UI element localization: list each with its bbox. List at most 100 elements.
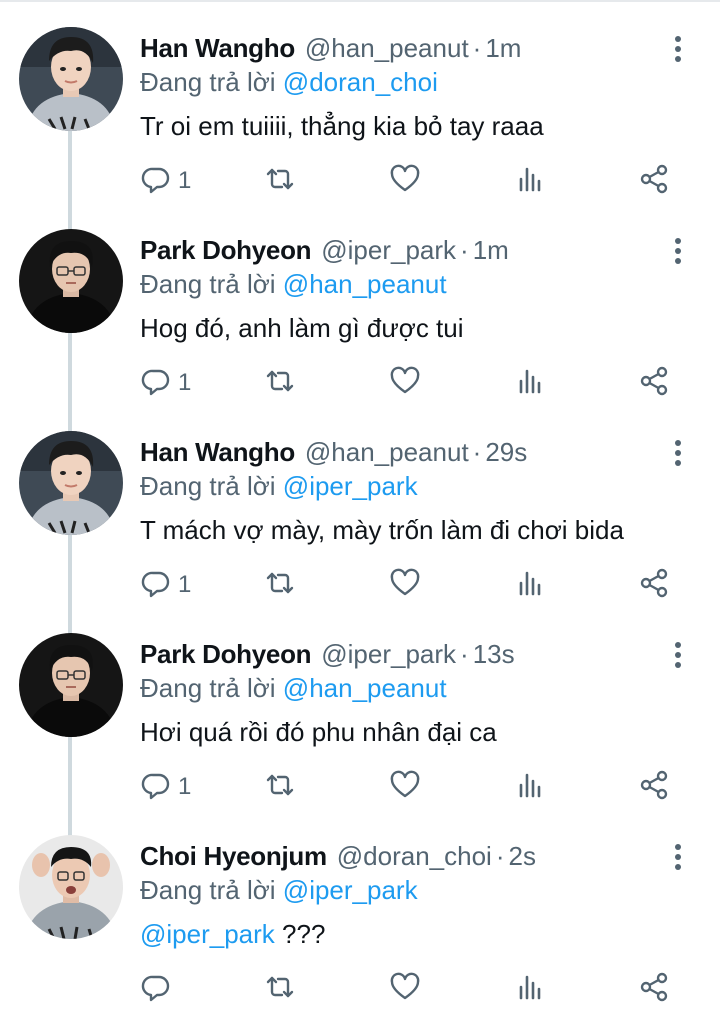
- analytics-button[interactable]: [514, 365, 546, 401]
- retweet-icon: [264, 163, 296, 200]
- timestamp[interactable]: 1m: [485, 33, 521, 63]
- replying-to-mention[interactable]: @iper_park: [283, 471, 418, 501]
- like-button[interactable]: [389, 971, 421, 1007]
- tweet-text: @iper_park ???: [140, 918, 325, 950]
- text-mention[interactable]: @iper_park: [140, 919, 275, 949]
- like-icon: [389, 365, 421, 402]
- reply-count: 1: [178, 167, 192, 194]
- share-button[interactable]: [638, 567, 670, 603]
- analytics-button[interactable]: [514, 769, 546, 805]
- tweet[interactable]: Han Wangho @han_peanut · 1m Đang trả lời @d…: [0, 0, 720, 202]
- replying-to-label: Đang trả lời: [140, 471, 276, 501]
- retweet-button[interactable]: [264, 163, 296, 199]
- reply-icon: [140, 971, 172, 1008]
- user-handle[interactable]: @han_peanut: [305, 33, 469, 63]
- display-name[interactable]: Han Wangho: [140, 437, 295, 467]
- reply-button[interactable]: 1: [140, 365, 191, 401]
- avatar[interactable]: [19, 431, 123, 535]
- like-icon: [389, 567, 421, 604]
- reply-icon: [140, 769, 172, 806]
- retweet-button[interactable]: [264, 769, 296, 805]
- tweet[interactable]: Park Dohyeon @iper_park · 13s Đang trả lời …: [0, 606, 720, 808]
- analytics-icon: [514, 971, 546, 1008]
- tweet-text-content: Hơi quá rồi đó phu nhân đại ca: [140, 717, 497, 747]
- share-icon: [638, 971, 670, 1008]
- replying-to-mention[interactable]: @doran_choi: [283, 67, 438, 97]
- display-name[interactable]: Choi Hyeonjum: [140, 841, 327, 871]
- reply-count: 1: [178, 571, 192, 598]
- tweet[interactable]: Park Dohyeon @iper_park · 1m Đang trả lời @…: [0, 202, 720, 404]
- share-button[interactable]: [638, 365, 670, 401]
- analytics-button[interactable]: [514, 567, 546, 603]
- tweet-text: Hơi quá rồi đó phu nhân đại ca: [140, 716, 497, 748]
- action-bar: 1: [140, 769, 700, 805]
- reply-button[interactable]: 1: [140, 163, 191, 199]
- replying-to: Đang trả lời @iper_park: [140, 874, 418, 906]
- timestamp[interactable]: 2s: [509, 841, 536, 871]
- tweet-text-content: Hog đó, anh làm gì được tui: [140, 313, 464, 343]
- like-button[interactable]: [389, 769, 421, 805]
- separator-dot: ·: [495, 841, 505, 871]
- reply-icon: [140, 163, 172, 200]
- timestamp[interactable]: 13s: [473, 639, 515, 669]
- display-name[interactable]: Park Dohyeon: [140, 639, 312, 669]
- tweet[interactable]: Han Wangho @han_peanut · 29s Đang trả lời @…: [0, 404, 720, 606]
- user-handle[interactable]: @iper_park: [321, 639, 456, 669]
- retweet-button[interactable]: [264, 365, 296, 401]
- like-icon: [389, 769, 421, 806]
- more-icon[interactable]: [668, 438, 688, 468]
- analytics-button[interactable]: [514, 163, 546, 199]
- action-bar: [140, 971, 700, 1007]
- avatar[interactable]: [19, 27, 123, 131]
- more-icon[interactable]: [668, 236, 688, 266]
- tweet-header: Han Wangho @han_peanut · 29s: [140, 436, 527, 468]
- tweet-text: T mách vợ mày, mày trốn làm đi chơi bida: [140, 514, 624, 546]
- more-icon[interactable]: [668, 640, 688, 670]
- separator-dot: ·: [460, 639, 469, 669]
- reply-button[interactable]: 1: [140, 567, 191, 603]
- replying-to: Đang trả lời @doran_choi: [140, 66, 438, 98]
- reply-button[interactable]: [140, 971, 178, 1007]
- replying-to-mention[interactable]: @han_peanut: [283, 673, 447, 703]
- avatar[interactable]: [19, 633, 123, 737]
- retweet-button[interactable]: [264, 567, 296, 603]
- user-handle[interactable]: @doran_choi: [337, 841, 492, 871]
- like-button[interactable]: [389, 567, 421, 603]
- action-bar: 1: [140, 365, 700, 401]
- tweet-header: Park Dohyeon @iper_park · 13s: [140, 638, 515, 670]
- like-icon: [389, 163, 421, 200]
- display-name[interactable]: Han Wangho: [140, 33, 295, 63]
- share-button[interactable]: [638, 769, 670, 805]
- replying-to-label: Đang trả lời: [140, 269, 276, 299]
- reply-button[interactable]: 1: [140, 769, 191, 805]
- separator-dot: ·: [472, 437, 482, 467]
- more-icon[interactable]: [668, 842, 688, 872]
- more-icon[interactable]: [668, 34, 688, 64]
- tweet-header: Choi Hyeonjum @doran_choi · 2s: [140, 840, 536, 872]
- avatar[interactable]: [19, 835, 123, 939]
- share-button[interactable]: [638, 163, 670, 199]
- user-handle[interactable]: @iper_park: [321, 235, 456, 265]
- tweet-text-content: Tr oi em tuiiii, thẳng kia bỏ tay raaa: [140, 111, 544, 141]
- replying-to: Đang trả lời @han_peanut: [140, 268, 447, 300]
- tweet-text-content: T mách vợ mày, mày trốn làm đi chơi bida: [140, 515, 624, 545]
- analytics-button[interactable]: [514, 971, 546, 1007]
- timestamp[interactable]: 1m: [473, 235, 509, 265]
- like-button[interactable]: [389, 163, 421, 199]
- timestamp[interactable]: 29s: [485, 437, 527, 467]
- share-button[interactable]: [638, 971, 670, 1007]
- user-handle[interactable]: @han_peanut: [305, 437, 469, 467]
- retweet-icon: [264, 971, 296, 1008]
- like-icon: [389, 971, 421, 1008]
- replying-to-mention[interactable]: @iper_park: [283, 875, 418, 905]
- avatar[interactable]: [19, 229, 123, 333]
- retweet-button[interactable]: [264, 971, 296, 1007]
- tweet[interactable]: Choi Hyeonjum @doran_choi · 2s Đang trả lời…: [0, 808, 720, 1010]
- like-button[interactable]: [389, 365, 421, 401]
- share-icon: [638, 567, 670, 604]
- reply-count: 1: [178, 369, 192, 396]
- replying-to-mention[interactable]: @han_peanut: [283, 269, 447, 299]
- display-name[interactable]: Park Dohyeon: [140, 235, 312, 265]
- replying-to: Đang trả lời @iper_park: [140, 470, 418, 502]
- analytics-icon: [514, 163, 546, 200]
